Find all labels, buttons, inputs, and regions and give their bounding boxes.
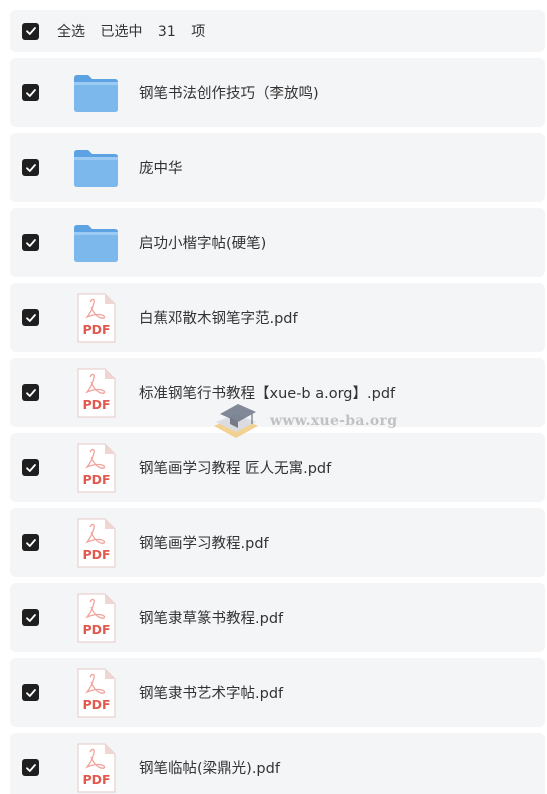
check-icon bbox=[25, 163, 36, 172]
item-checkbox[interactable] bbox=[22, 384, 39, 401]
file-row[interactable]: PDF 钢笔临帖(梁鼎光).pdf bbox=[10, 733, 545, 794]
check-icon bbox=[25, 27, 36, 35]
item-checkbox[interactable] bbox=[22, 534, 39, 551]
item-checkbox[interactable] bbox=[22, 84, 39, 101]
file-name: 启功小楷字帖(硬笔) bbox=[139, 236, 267, 252]
pdf-icon-wrap: PDF bbox=[71, 368, 121, 418]
check-icon bbox=[25, 313, 36, 322]
file-name: 钢笔临帖(梁鼎光).pdf bbox=[139, 761, 280, 777]
file-name: 钢笔书法创作技巧（李放鸣) bbox=[139, 86, 319, 102]
select-all-label[interactable]: 全选 bbox=[57, 24, 85, 40]
check-icon bbox=[25, 613, 36, 622]
file-name: 庞中华 bbox=[139, 161, 183, 177]
select-all-checkbox[interactable] bbox=[22, 22, 39, 40]
pdf-file-icon: PDF bbox=[77, 443, 116, 492]
check-icon bbox=[25, 763, 36, 772]
selected-suffix: 项 bbox=[191, 24, 206, 40]
file-selection-page: 全选 已选中 31 项 钢笔书法创作技巧（李放鸣) 庞中华启功小楷字帖(硬笔) PD… bbox=[0, 0, 547, 794]
file-row[interactable]: PDF 标准钢笔行书教程【xue-b a.org】.pdf bbox=[10, 358, 545, 427]
folder-icon-wrap bbox=[71, 218, 121, 268]
pdf-icon-label: PDF bbox=[82, 322, 110, 337]
pdf-icon-label: PDF bbox=[82, 622, 110, 637]
pdf-icon-label: PDF bbox=[82, 547, 110, 562]
file-name: 钢笔画学习教程.pdf bbox=[139, 536, 269, 552]
check-icon bbox=[25, 88, 36, 97]
pdf-icon-label: PDF bbox=[82, 472, 110, 487]
check-icon bbox=[25, 538, 36, 547]
folder-icon bbox=[74, 74, 118, 112]
folder-icon bbox=[74, 224, 118, 262]
pdf-icon-wrap: PDF bbox=[71, 443, 121, 493]
pdf-icon-wrap: PDF bbox=[71, 743, 121, 793]
folder-icon-wrap bbox=[71, 143, 121, 193]
item-checkbox[interactable] bbox=[22, 684, 39, 701]
file-name: 钢笔画学习教程 匠人无寓.pdf bbox=[139, 461, 332, 477]
select-all-bar: 全选 已选中 31 项 bbox=[10, 10, 545, 52]
selection-summary: 全选 已选中 31 项 bbox=[57, 21, 216, 41]
folder-row[interactable]: 启功小楷字帖(硬笔) bbox=[10, 208, 545, 277]
pdf-icon-wrap: PDF bbox=[71, 293, 121, 343]
file-name: 钢笔隶草篆书教程.pdf bbox=[139, 611, 284, 627]
file-row[interactable]: PDF 白蕉邓散木钢笔字范.pdf bbox=[10, 283, 545, 352]
file-name: 白蕉邓散木钢笔字范.pdf bbox=[139, 311, 298, 327]
check-icon bbox=[25, 238, 36, 247]
folder-icon-wrap bbox=[71, 68, 121, 118]
item-checkbox[interactable] bbox=[22, 309, 39, 326]
folder-icon bbox=[74, 149, 118, 187]
file-row[interactable]: PDF 钢笔隶草篆书教程.pdf bbox=[10, 583, 545, 652]
pdf-icon-label: PDF bbox=[82, 772, 110, 787]
folder-row[interactable]: 钢笔书法创作技巧（李放鸣) bbox=[10, 58, 545, 127]
selected-count: 31 bbox=[157, 24, 176, 40]
check-icon bbox=[25, 463, 36, 472]
file-row[interactable]: PDF 钢笔画学习教程 匠人无寓.pdf bbox=[10, 433, 545, 502]
file-name: 标准钢笔行书教程【xue-b a.org】.pdf bbox=[139, 386, 396, 402]
pdf-icon-wrap: PDF bbox=[71, 518, 121, 568]
item-checkbox[interactable] bbox=[22, 159, 39, 176]
pdf-file-icon: PDF bbox=[77, 368, 116, 417]
selected-prefix: 已选中 bbox=[100, 24, 143, 40]
file-list: 钢笔书法创作技巧（李放鸣) 庞中华启功小楷字帖(硬笔) PDF 白蕉邓散木钢笔字范.p… bbox=[10, 58, 545, 794]
file-row[interactable]: PDF 钢笔画学习教程.pdf bbox=[10, 508, 545, 577]
check-icon bbox=[25, 688, 36, 697]
pdf-file-icon: PDF bbox=[77, 593, 116, 642]
file-row[interactable]: PDF 钢笔隶书艺术字帖.pdf bbox=[10, 658, 545, 727]
check-icon bbox=[25, 388, 36, 397]
pdf-file-icon: PDF bbox=[77, 293, 116, 342]
item-checkbox[interactable] bbox=[22, 459, 39, 476]
pdf-file-icon: PDF bbox=[77, 743, 116, 792]
pdf-file-icon: PDF bbox=[77, 518, 116, 567]
item-checkbox[interactable] bbox=[22, 609, 39, 626]
pdf-icon-wrap: PDF bbox=[71, 593, 121, 643]
pdf-icon-label: PDF bbox=[82, 697, 110, 712]
pdf-icon-wrap: PDF bbox=[71, 668, 121, 718]
item-checkbox[interactable] bbox=[22, 234, 39, 251]
item-checkbox[interactable] bbox=[22, 759, 39, 776]
pdf-file-icon: PDF bbox=[77, 668, 116, 717]
file-name: 钢笔隶书艺术字帖.pdf bbox=[139, 686, 284, 702]
folder-row[interactable]: 庞中华 bbox=[10, 133, 545, 202]
pdf-icon-label: PDF bbox=[82, 397, 110, 412]
